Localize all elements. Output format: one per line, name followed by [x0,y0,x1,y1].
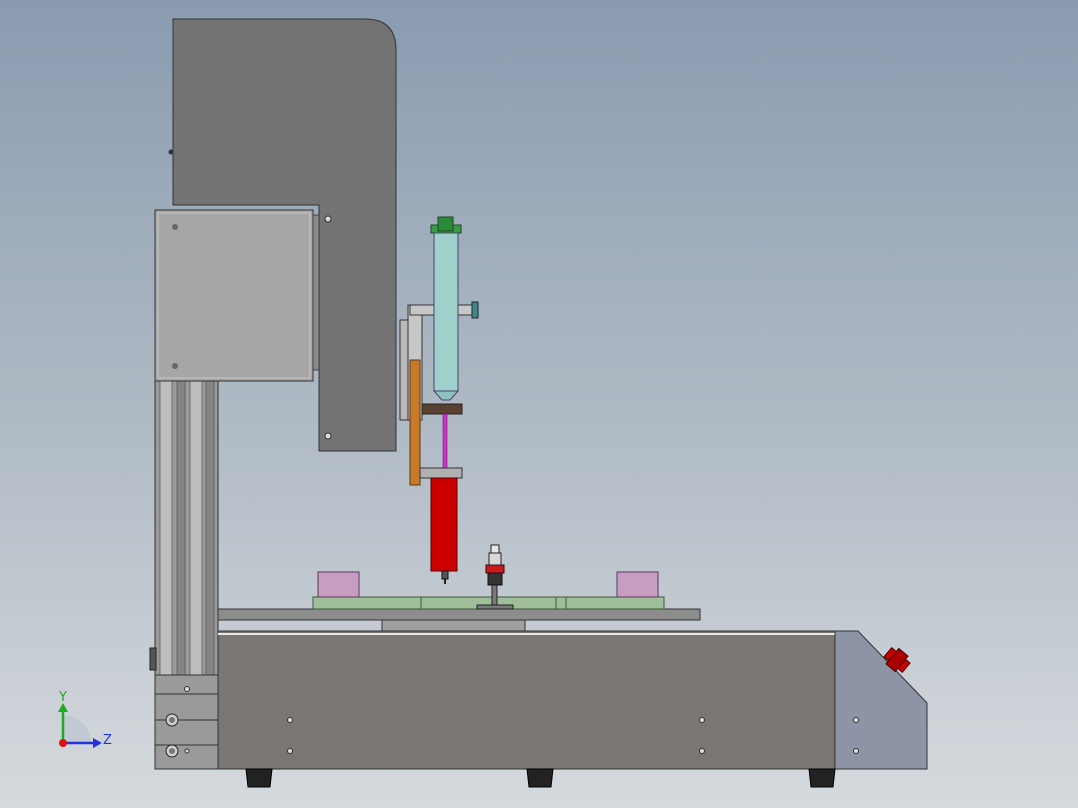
dispensing-machine-drawing: Y Z [58,18,928,788]
cad-viewport[interactable]: Y Z [0,0,1078,808]
y-axis-label: Y [58,690,67,705]
work-table [217,544,701,632]
base-frame [217,630,928,788]
coordinate-triad: Y Z [58,690,112,748]
aluminium-profile-leg [149,379,219,770]
z-axis-label: Z [103,733,112,748]
control-box [154,209,320,382]
dispensing-head [399,216,479,584]
